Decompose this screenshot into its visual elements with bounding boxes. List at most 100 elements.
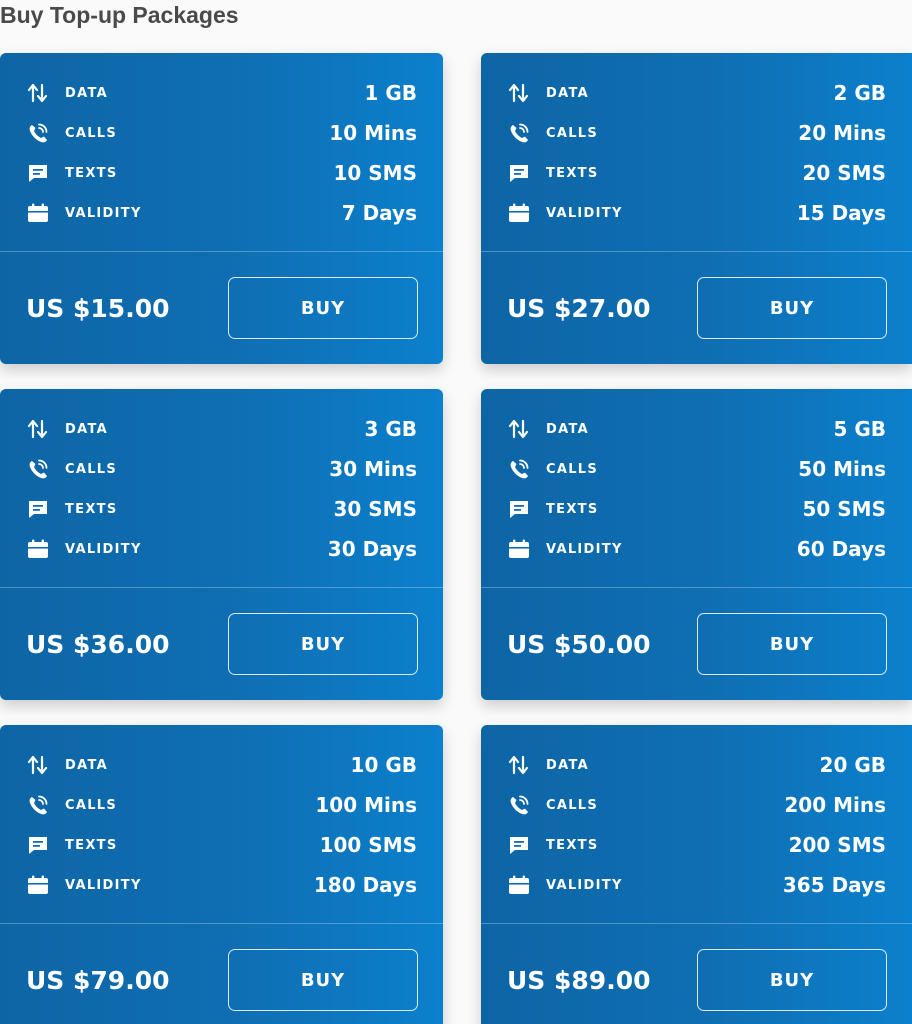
feature-row-data: DATA 1 GB (27, 73, 417, 113)
package-features: DATA 2 GB CALLS 20 Mins TEXTS 20 SMS VAL… (481, 53, 912, 251)
feature-label-data: DATA (65, 757, 108, 773)
package-features: DATA 1 GB CALLS 10 Mins TEXTS 10 SMS VAL… (0, 53, 443, 251)
calendar-icon (27, 874, 49, 896)
card-footer: US $79.00 BUY (0, 924, 443, 1024)
card-footer: US $89.00 BUY (481, 924, 912, 1024)
feature-label-validity: VALIDITY (65, 205, 142, 221)
feature-row-texts: TEXTS 200 SMS (508, 825, 886, 865)
arrows-up-down-icon (27, 754, 49, 776)
feature-label-texts: TEXTS (65, 837, 118, 853)
package-price: US $50.00 (507, 629, 651, 659)
feature-label-validity: VALIDITY (65, 541, 142, 557)
package-card: DATA 1 GB CALLS 10 Mins TEXTS 10 SMS VAL… (0, 53, 443, 364)
feature-value-texts: 30 SMS (333, 497, 417, 521)
page: Buy Top-up Packages DATA 1 GB CALLS 10 M… (0, 0, 912, 1024)
chat-bubble-icon (27, 498, 49, 520)
feature-label-data: DATA (546, 85, 589, 101)
feature-value-data: 5 GB (833, 417, 886, 441)
feature-row-texts: TEXTS 50 SMS (508, 489, 886, 529)
package-features: DATA 10 GB CALLS 100 Mins TEXTS 100 SMS … (0, 725, 443, 923)
feature-value-calls: 10 Mins (329, 121, 417, 145)
phone-ringing-icon (508, 122, 530, 144)
package-card: DATA 3 GB CALLS 30 Mins TEXTS 30 SMS VAL… (0, 389, 443, 700)
calendar-icon (508, 202, 530, 224)
package-price: US $79.00 (26, 965, 170, 995)
feature-value-data: 20 GB (819, 753, 886, 777)
feature-label-data: DATA (546, 421, 589, 437)
feature-value-validity: 30 Days (327, 537, 417, 561)
arrows-up-down-icon (508, 754, 530, 776)
arrows-up-down-icon (508, 82, 530, 104)
package-grid: DATA 1 GB CALLS 10 Mins TEXTS 10 SMS VAL… (0, 53, 912, 1024)
feature-label-texts: TEXTS (65, 501, 118, 517)
feature-row-data: DATA 2 GB (508, 73, 886, 113)
feature-row-validity: VALIDITY 15 Days (508, 193, 886, 233)
feature-row-data: DATA 3 GB (27, 409, 417, 449)
buy-button[interactable]: BUY (228, 277, 418, 339)
feature-row-calls: CALLS 200 Mins (508, 785, 886, 825)
arrows-up-down-icon (27, 82, 49, 104)
package-card: DATA 2 GB CALLS 20 Mins TEXTS 20 SMS VAL… (481, 53, 912, 364)
package-card: DATA 5 GB CALLS 50 Mins TEXTS 50 SMS VAL… (481, 389, 912, 700)
chat-bubble-icon (27, 834, 49, 856)
feature-row-validity: VALIDITY 7 Days (27, 193, 417, 233)
package-price: US $27.00 (507, 293, 651, 323)
card-footer: US $50.00 BUY (481, 588, 912, 700)
feature-label-texts: TEXTS (546, 501, 599, 517)
feature-value-data: 1 GB (364, 81, 417, 105)
package-features: DATA 3 GB CALLS 30 Mins TEXTS 30 SMS VAL… (0, 389, 443, 587)
feature-label-texts: TEXTS (65, 165, 118, 181)
feature-value-texts: 10 SMS (333, 161, 417, 185)
feature-value-validity: 365 Days (782, 873, 886, 897)
feature-value-texts: 20 SMS (802, 161, 886, 185)
chat-bubble-icon (508, 834, 530, 856)
feature-row-validity: VALIDITY 30 Days (27, 529, 417, 569)
phone-ringing-icon (508, 458, 530, 480)
feature-row-data: DATA 5 GB (508, 409, 886, 449)
feature-label-data: DATA (65, 421, 108, 437)
feature-value-data: 3 GB (364, 417, 417, 441)
phone-ringing-icon (27, 458, 49, 480)
feature-value-data: 2 GB (833, 81, 886, 105)
buy-button[interactable]: BUY (697, 949, 887, 1011)
package-price: US $89.00 (507, 965, 651, 995)
feature-value-texts: 100 SMS (319, 833, 417, 857)
chat-bubble-icon (508, 162, 530, 184)
feature-value-calls: 50 Mins (798, 457, 886, 481)
feature-row-texts: TEXTS 100 SMS (27, 825, 417, 865)
feature-row-calls: CALLS 20 Mins (508, 113, 886, 153)
card-footer: US $15.00 BUY (0, 252, 443, 364)
feature-label-validity: VALIDITY (546, 205, 623, 221)
phone-ringing-icon (27, 794, 49, 816)
feature-row-texts: TEXTS 30 SMS (27, 489, 417, 529)
calendar-icon (27, 202, 49, 224)
buy-button[interactable]: BUY (697, 277, 887, 339)
feature-label-data: DATA (546, 757, 589, 773)
feature-value-validity: 15 Days (796, 201, 886, 225)
arrows-up-down-icon (27, 418, 49, 440)
feature-row-validity: VALIDITY 365 Days (508, 865, 886, 905)
buy-button[interactable]: BUY (228, 949, 418, 1011)
package-card: DATA 20 GB CALLS 200 Mins TEXTS 200 SMS … (481, 725, 912, 1024)
feature-label-validity: VALIDITY (546, 541, 623, 557)
package-features: DATA 5 GB CALLS 50 Mins TEXTS 50 SMS VAL… (481, 389, 912, 587)
feature-row-calls: CALLS 50 Mins (508, 449, 886, 489)
buy-button[interactable]: BUY (228, 613, 418, 675)
page-title: Buy Top-up Packages (0, 2, 239, 28)
buy-button[interactable]: BUY (697, 613, 887, 675)
feature-value-calls: 20 Mins (798, 121, 886, 145)
feature-row-data: DATA 10 GB (27, 745, 417, 785)
feature-label-texts: TEXTS (546, 165, 599, 181)
phone-ringing-icon (508, 794, 530, 816)
feature-row-data: DATA 20 GB (508, 745, 886, 785)
feature-label-calls: CALLS (546, 461, 599, 477)
package-features: DATA 20 GB CALLS 200 Mins TEXTS 200 SMS … (481, 725, 912, 923)
phone-ringing-icon (27, 122, 49, 144)
chat-bubble-icon (27, 162, 49, 184)
calendar-icon (27, 538, 49, 560)
feature-value-texts: 200 SMS (788, 833, 886, 857)
feature-label-texts: TEXTS (546, 837, 599, 853)
package-card: DATA 10 GB CALLS 100 Mins TEXTS 100 SMS … (0, 725, 443, 1024)
feature-label-calls: CALLS (546, 125, 599, 141)
feature-value-data: 10 GB (350, 753, 417, 777)
